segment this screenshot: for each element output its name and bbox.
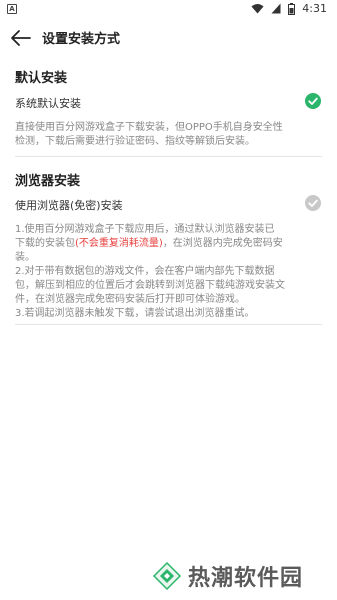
browser-install-option[interactable]: 使用浏览器(免密)安装 (0, 192, 337, 218)
back-arrow-icon[interactable] (10, 28, 32, 48)
app-bar: 设置安装方式 (0, 20, 337, 56)
default-install-label: 系统默认安装 (15, 97, 81, 110)
default-install-description: 直接使用百分网游戏盒子下载安装，但OPPO手机自身安全性 检测，下载后需要进行验… (15, 122, 283, 147)
section-divider (15, 324, 322, 325)
wifi-icon (251, 4, 264, 14)
page-title: 设置安装方式 (42, 32, 121, 47)
watermark: 热潮软件园 (152, 560, 303, 592)
browser-install-section-title: 浏览器安装 (15, 174, 81, 189)
section-divider (15, 156, 322, 157)
watermark-text: 热潮软件园 (188, 566, 304, 591)
notification-icon: A (7, 4, 17, 14)
status-bar: A 4:31 (0, 0, 337, 20)
browser-install-description: 1.使用百分网游戏盒子下载应用后，通过默认浏览器安装已 下载的安装包(不会重复消… (15, 224, 285, 319)
watermark-logo-icon (152, 561, 182, 591)
status-icons: 4:31 (251, 2, 327, 15)
default-install-option[interactable]: 系统默认安装 (0, 90, 337, 116)
no-extra-traffic-note: (不会重复消耗流量) (75, 238, 163, 249)
battery-icon (288, 2, 296, 15)
unchecked-circle-icon[interactable] (305, 195, 321, 211)
browser-install-label: 使用浏览器(免密)安装 (15, 199, 123, 212)
signal-icon (271, 3, 281, 14)
checked-circle-icon[interactable] (305, 93, 321, 109)
clock: 4:31 (302, 2, 327, 15)
default-install-section-title: 默认安装 (15, 71, 68, 86)
